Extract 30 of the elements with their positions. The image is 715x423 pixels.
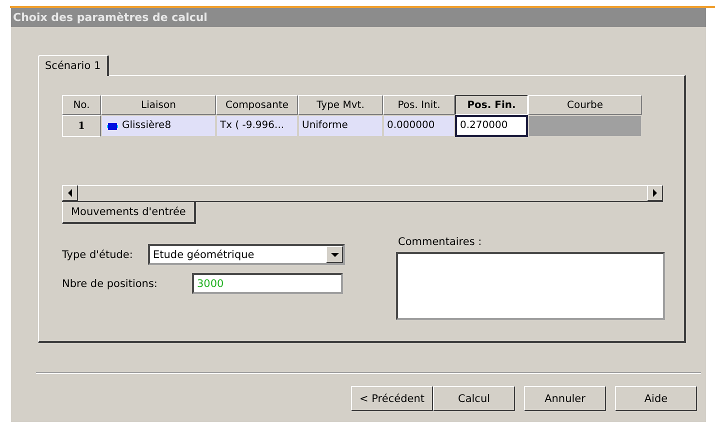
column-header[interactable]: Pos. Fin. [455,95,528,115]
dialog-button[interactable]: Annuler [524,386,606,411]
column-header[interactable]: No. [62,95,101,115]
horizontal-scrollbar[interactable] [62,185,663,202]
field-label: Nbre de positions: [62,278,158,290]
comments-field[interactable] [396,252,665,320]
dialog-button[interactable]: < Précédent [351,386,433,411]
column-header[interactable]: Type Mvt. [298,95,383,115]
row-number: 1 [62,115,101,137]
dialog-button[interactable]: Calcul [433,386,515,411]
table-cell[interactable]: 0.000000 [383,115,455,137]
scroll-right-button[interactable] [647,185,663,201]
column-header[interactable]: Pos. Init. [383,95,455,115]
joint-name: Glissière8 [122,119,172,133]
table-cell[interactable]: Tx ( -9.996... [216,115,298,137]
scroll-left-button[interactable] [62,185,78,201]
column-header[interactable]: Composante [216,95,298,115]
table-cell[interactable] [528,115,642,137]
field-label: Type d'étude: [62,248,134,260]
study-type-dropdown[interactable]: Etude géométrique [148,244,345,265]
table-cell[interactable]: Uniforme [298,115,383,137]
tab[interactable]: Scénario 1 [38,55,109,76]
column-header[interactable]: Liaison [101,95,216,115]
table-cell[interactable]: 0.270000 [455,115,528,137]
column-header[interactable]: Courbe [528,95,642,115]
dialog-button[interactable]: Aide [615,386,697,411]
field-label: Commentaires : [397,236,483,248]
joint-icon [105,122,119,130]
window-title: Choix des paramètres de calcul [11,8,706,27]
tab[interactable]: Mouvements d'entrée [62,202,196,224]
